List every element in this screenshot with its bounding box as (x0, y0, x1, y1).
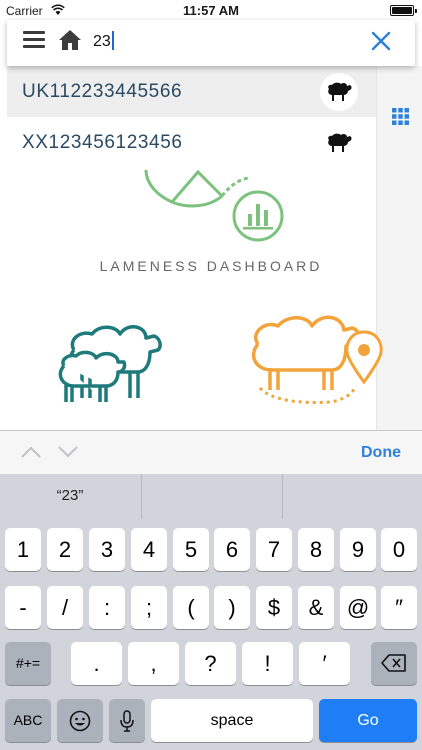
key-question[interactable]: ? (185, 642, 236, 685)
emoji-icon (69, 710, 91, 732)
abc-key[interactable]: ABC (5, 699, 51, 742)
key-4[interactable]: 4 (131, 528, 167, 571)
key-quote[interactable]: ″ (381, 586, 417, 629)
microphone-icon (120, 710, 134, 732)
key-1[interactable]: 1 (5, 528, 41, 571)
text-caret (112, 31, 114, 50)
suggestion-item-empty[interactable] (141, 474, 281, 519)
result-tag-number: UK112233445566 (22, 81, 183, 102)
key-close-paren[interactable]: ) (214, 586, 250, 629)
search-bar (7, 20, 415, 66)
key-6[interactable]: 6 (214, 528, 250, 571)
key-apostrophe[interactable]: ′ (299, 642, 350, 685)
space-key[interactable]: space (151, 699, 313, 742)
key-2[interactable]: 2 (47, 528, 83, 571)
status-time: 11:57 AM (183, 3, 239, 18)
key-ampersand[interactable]: & (298, 586, 334, 629)
backspace-key[interactable] (371, 642, 417, 685)
close-icon[interactable] (369, 29, 393, 53)
key-8[interactable]: 8 (298, 528, 334, 571)
home-icon[interactable] (58, 28, 82, 52)
key-at[interactable]: @ (340, 586, 376, 629)
predictive-bar: “23” (0, 474, 422, 519)
keyboard-accessory-bar: Done (0, 430, 422, 474)
done-button[interactable]: Done (361, 444, 401, 462)
chevron-down-icon[interactable] (57, 444, 79, 460)
battery-icon (390, 5, 417, 16)
keyboard: “23” 1 2 3 4 5 6 7 8 9 0 - / : ; ( ) $ &… (0, 474, 422, 750)
result-icon-badge (320, 124, 358, 162)
key-semicolon[interactable]: ; (131, 586, 167, 629)
key-5[interactable]: 5 (173, 528, 209, 571)
sheep-icon (328, 82, 352, 101)
go-key[interactable]: Go (319, 699, 417, 742)
key-period[interactable]: . (71, 642, 122, 685)
sheep-icon (328, 133, 352, 152)
result-tag-number: XX123456123456 (22, 132, 183, 153)
dictation-key[interactable] (109, 699, 145, 742)
key-exclamation[interactable]: ! (242, 642, 293, 685)
search-result-row[interactable]: XX123456123456 (7, 117, 376, 168)
key-comma[interactable]: , (128, 642, 179, 685)
symbols-key[interactable]: #+= (5, 642, 51, 685)
lameness-dashboard-icon[interactable] (138, 164, 288, 246)
sheep-with-lamb-icon[interactable] (46, 310, 166, 406)
key-0[interactable]: 0 (381, 528, 417, 571)
sheep-location-icon[interactable] (240, 304, 390, 412)
status-bar: Carrier 11:57 AM (0, 0, 422, 22)
lameness-dashboard-label[interactable]: LAMENESS DASHBOARD (0, 258, 422, 274)
key-9[interactable]: 9 (340, 528, 376, 571)
search-results-dropdown: UK112233445566 XX123456123456 (7, 66, 376, 168)
result-icon-badge (320, 73, 358, 111)
grid-icon[interactable] (392, 108, 409, 125)
search-result-row[interactable]: UK112233445566 (7, 66, 376, 117)
key-dollar[interactable]: $ (256, 586, 292, 629)
suggestion-item[interactable]: “23” (0, 474, 140, 519)
backspace-icon (381, 654, 406, 672)
key-3[interactable]: 3 (89, 528, 125, 571)
key-slash[interactable]: / (47, 586, 83, 629)
hamburger-menu-icon[interactable] (23, 31, 45, 51)
search-input[interactable] (93, 30, 353, 54)
chevron-up-icon[interactable] (20, 444, 42, 460)
key-7[interactable]: 7 (256, 528, 292, 571)
key-dash[interactable]: - (5, 586, 41, 629)
key-colon[interactable]: : (89, 586, 125, 629)
emoji-key[interactable] (57, 699, 103, 742)
suggestion-item-empty[interactable] (282, 474, 422, 519)
key-open-paren[interactable]: ( (173, 586, 209, 629)
